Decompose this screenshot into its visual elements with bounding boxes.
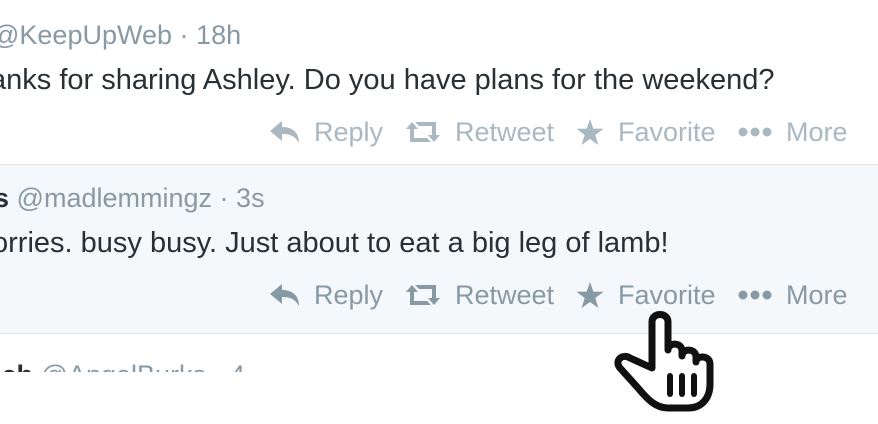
more-button[interactable]: More (738, 275, 848, 315)
tweet-actions: Reply Retweet Favorite More (0, 275, 878, 315)
tweet-header: @KeepUpWeb · 18h (0, 20, 241, 51)
more-label: More (786, 279, 848, 310)
retweet-button[interactable]: Retweet (405, 275, 554, 315)
star-icon (576, 281, 604, 308)
reply-icon (270, 121, 299, 143)
favorite-label: Favorite (618, 116, 716, 147)
hand-pointer-cursor (614, 311, 714, 412)
tweet-header: s @madlemmingz · 3s (0, 183, 265, 214)
reply-label: Reply (314, 116, 384, 147)
retweet-label: Retweet (455, 279, 555, 310)
tweet-actions: Reply Retweet Favorite More (0, 112, 878, 152)
tweet-header: ich @AngelBurks · 4 (0, 360, 245, 372)
retweet-icon (406, 122, 440, 142)
more-button[interactable]: More (738, 112, 848, 152)
tweet-timestamp[interactable]: 4 (230, 360, 245, 372)
tweet-item[interactable]: ich @AngelBurks · 4 (0, 334, 878, 372)
meta-separator: · (179, 20, 189, 50)
retweet-button[interactable]: Retweet (405, 112, 554, 152)
tweet-item[interactable]: s @madlemmingz · 3s orries. busy busy. J… (0, 164, 878, 334)
retweet-label: Retweet (455, 116, 555, 147)
tweet-author-name[interactable]: s (0, 183, 9, 213)
tweet-author-name[interactable]: ich (0, 360, 33, 372)
meta-separator: · (219, 183, 229, 213)
retweet-icon (406, 285, 440, 305)
tweet-handle[interactable]: @madlemmingz (17, 183, 212, 213)
reply-icon (270, 284, 299, 306)
tweet-timestamp[interactable]: 3s (236, 183, 265, 213)
tweet-handle[interactable]: @AngelBurks (41, 360, 206, 372)
reply-label: Reply (314, 279, 384, 310)
ellipsis-icon (738, 127, 772, 137)
favorite-button[interactable]: Favorite (576, 112, 716, 152)
tweet-text: orries. busy busy. Just about to eat a b… (0, 227, 669, 259)
meta-separator: · (214, 360, 223, 372)
tweet-item[interactable]: @KeepUpWeb · 18h anks for sharing Ashley… (0, 0, 878, 164)
tweet-timestamp[interactable]: 18h (196, 20, 241, 50)
reply-button[interactable]: Reply (270, 275, 383, 315)
ellipsis-icon (738, 290, 772, 300)
tweet-text: anks for sharing Ashley. Do you have pla… (0, 64, 775, 96)
tweet-handle[interactable]: @KeepUpWeb (0, 20, 172, 50)
tweet-feed: @KeepUpWeb · 18h anks for sharing Ashley… (0, 0, 878, 372)
more-label: More (786, 116, 848, 147)
reply-button[interactable]: Reply (270, 112, 383, 152)
star-icon (576, 118, 604, 145)
